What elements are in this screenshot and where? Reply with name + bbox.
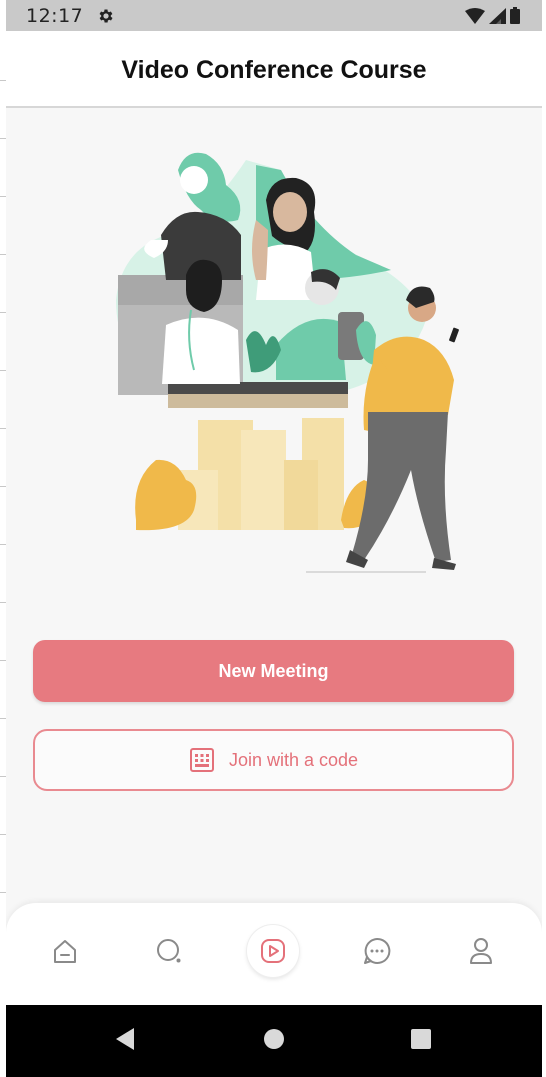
- nav-video[interactable]: [247, 925, 299, 977]
- profile-icon: [470, 938, 492, 964]
- video-conference-illustration-icon: [116, 152, 459, 573]
- bottom-nav: [6, 903, 542, 1005]
- app-bar: Video Conference Course: [6, 31, 542, 108]
- illustration-person-body: [162, 317, 240, 384]
- page-title: Video Conference Course: [121, 56, 427, 84]
- illustration-person-arm: [252, 220, 268, 280]
- recents-icon[interactable]: [410, 1027, 432, 1051]
- back-icon[interactable]: [114, 1027, 136, 1051]
- battery-icon: [510, 7, 520, 24]
- nav-profile[interactable]: [455, 925, 507, 977]
- video-play-icon: [261, 939, 285, 963]
- wifi-icon: [465, 7, 485, 24]
- new-meeting-button[interactable]: New Meeting: [33, 640, 514, 702]
- signal-icon: [489, 7, 506, 24]
- join-with-code-button[interactable]: Join with a code: [33, 729, 514, 791]
- illustration-person-head: [273, 192, 307, 232]
- illustration-building: [284, 460, 318, 530]
- illustration-person-head: [180, 166, 208, 194]
- home-circle-icon[interactable]: [263, 1027, 285, 1051]
- nav-search[interactable]: [143, 925, 195, 977]
- chat-icon: [364, 937, 391, 964]
- status-bar: 12:17: [6, 0, 542, 31]
- keypad-icon: [189, 748, 214, 772]
- illustration-phone: [449, 327, 459, 343]
- settings-gear-icon: [99, 8, 113, 23]
- home-icon: [54, 940, 76, 963]
- status-icons: [465, 7, 520, 24]
- illustration-building: [241, 430, 286, 530]
- search-icon: [157, 939, 181, 963]
- system-nav-bar: [6, 1005, 542, 1077]
- nav-home[interactable]: [39, 925, 91, 977]
- illustration-walker-legs: [352, 412, 451, 562]
- status-time: 12:17: [26, 4, 84, 27]
- join-with-code-label: Join with a code: [228, 749, 359, 770]
- nav-chat[interactable]: [351, 925, 403, 977]
- illustration-desk: [168, 394, 348, 408]
- phone-screen: 12:17 Video Conference Course New Meetin…: [6, 0, 542, 1077]
- new-meeting-label: New Meeting: [218, 660, 329, 681]
